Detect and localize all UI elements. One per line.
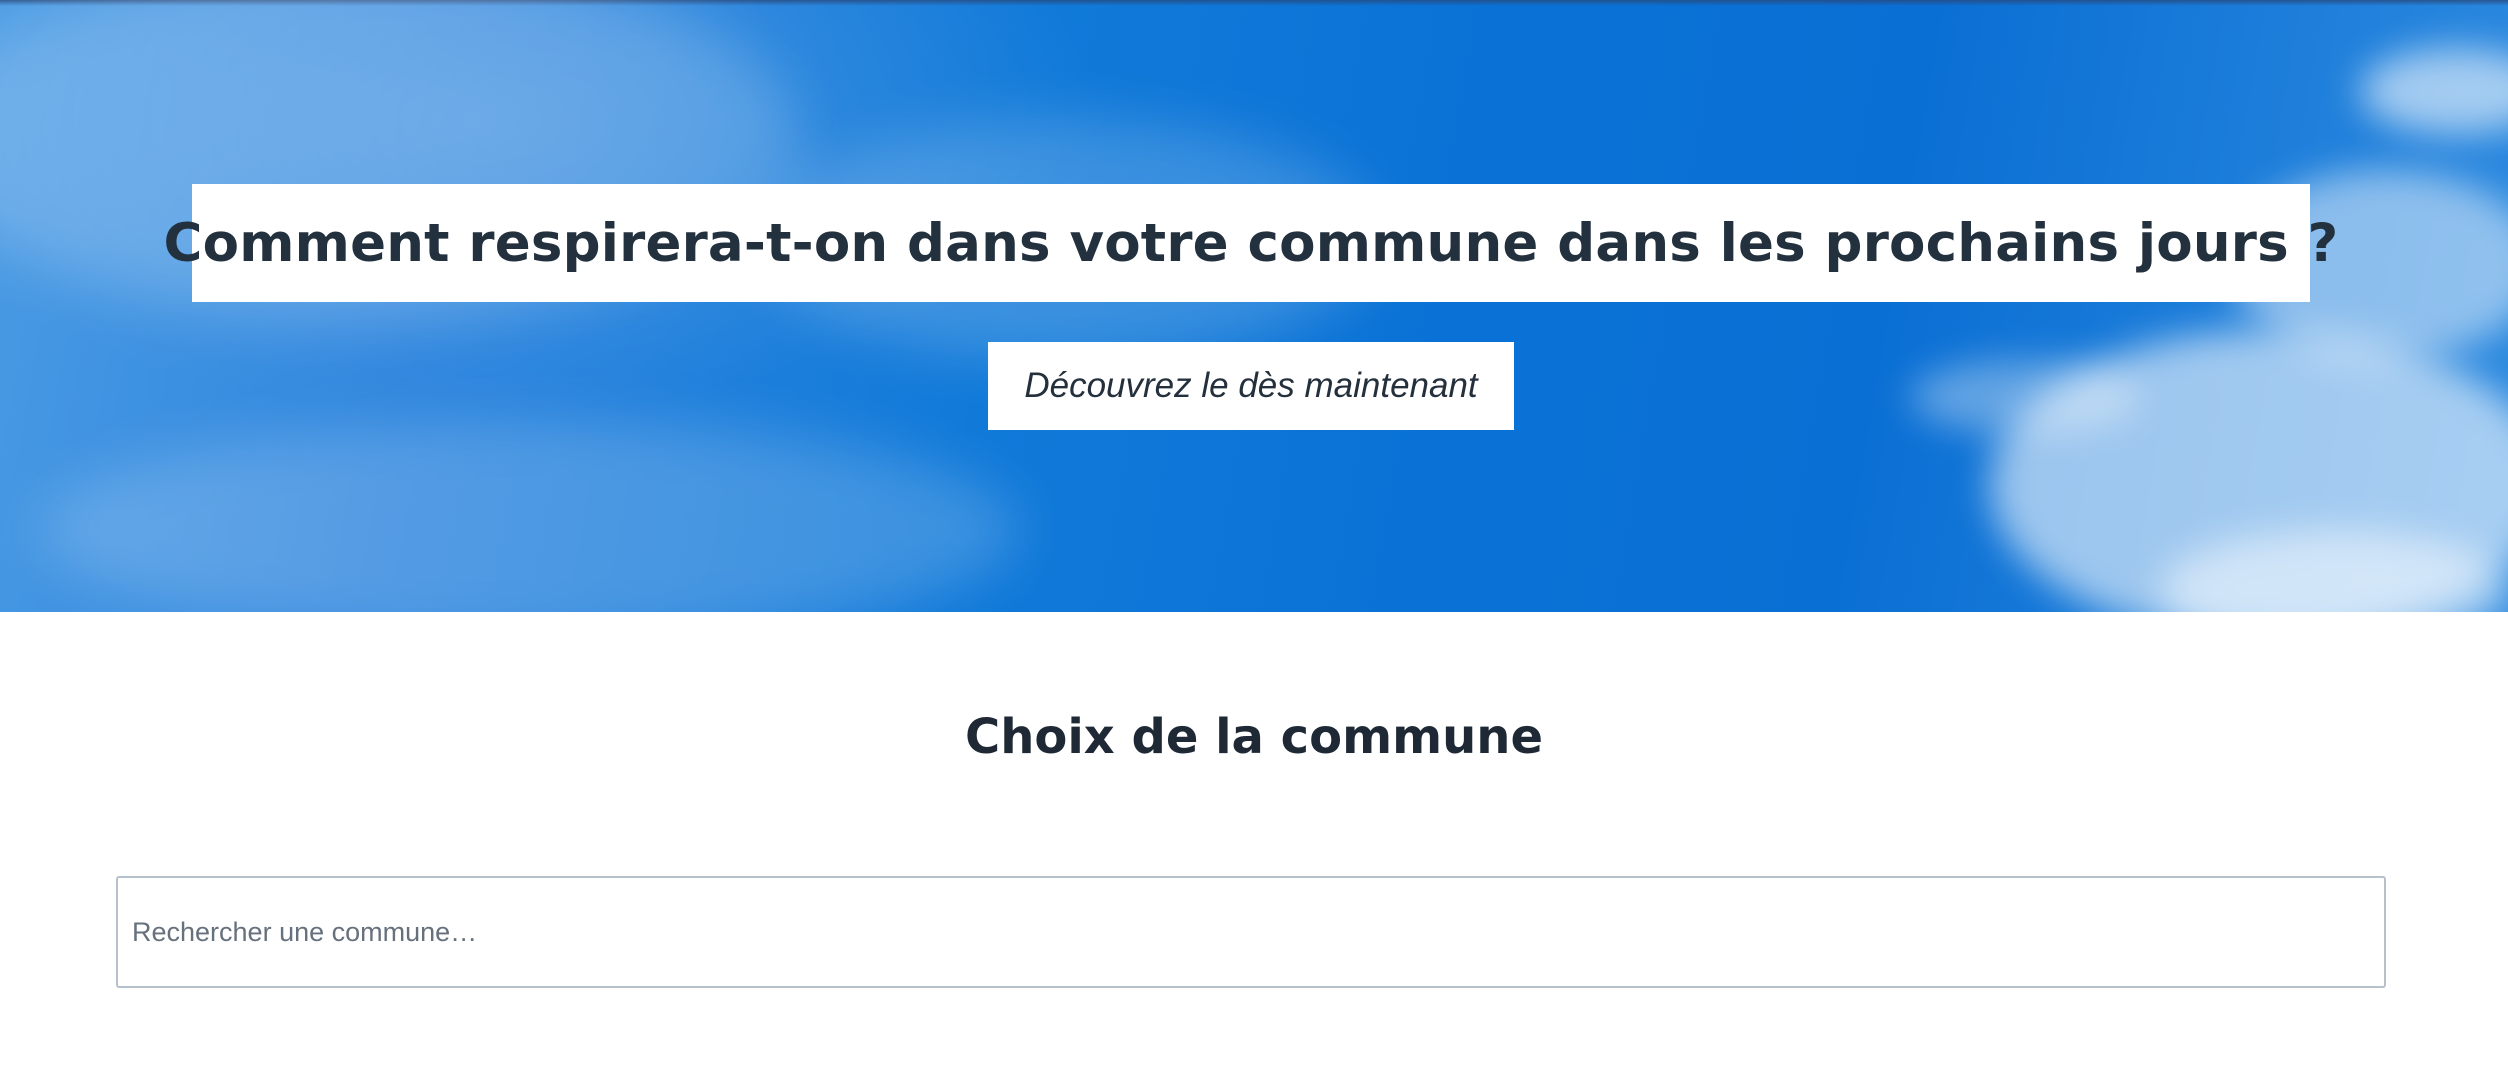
- page: Comment respirera-t-on dans votre commun…: [0, 0, 2508, 1068]
- commune-choice-title: Choix de la commune: [964, 709, 1544, 765]
- commune-search-input[interactable]: [132, 878, 2384, 986]
- hero-headline: Comment respirera-t-on dans votre commun…: [163, 212, 2339, 274]
- sky-haze-bottom: [40, 420, 1020, 612]
- headline-panel: Comment respirera-t-on dans votre commun…: [164, 184, 2338, 302]
- hero-banner: Comment respirera-t-on dans votre commun…: [0, 0, 2508, 612]
- discover-now-button[interactable]: Découvrez le dès maintenant: [988, 342, 1514, 430]
- cloud-upper-right: [2360, 48, 2508, 134]
- cloud-wisp-left: [1910, 360, 2140, 434]
- commune-search-field[interactable]: [116, 876, 2386, 988]
